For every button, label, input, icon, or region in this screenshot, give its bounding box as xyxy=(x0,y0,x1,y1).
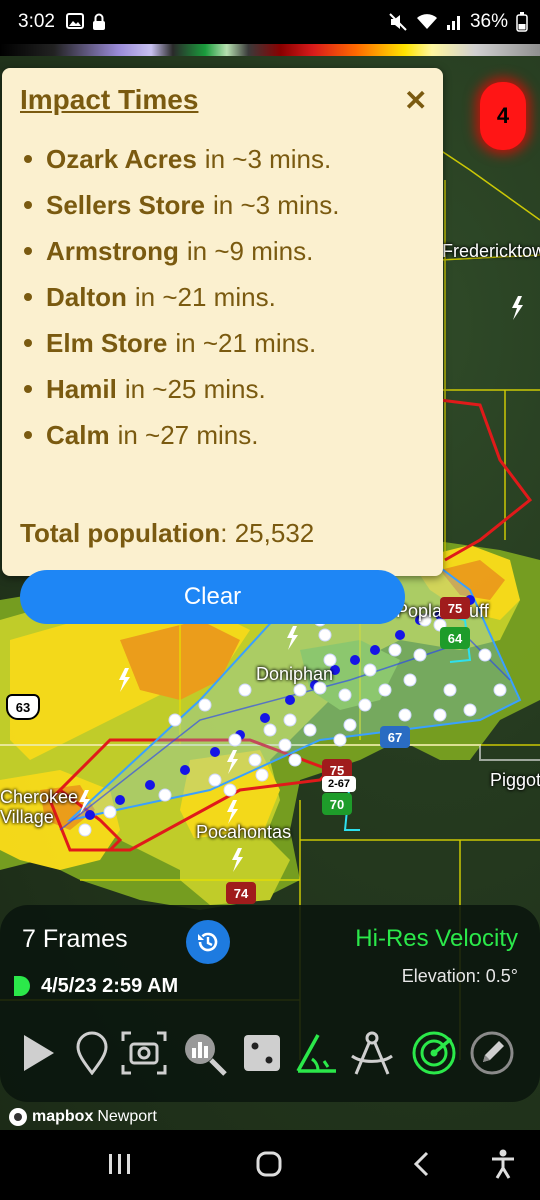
back-button[interactable] xyxy=(396,1146,446,1182)
impact-place: Hamil xyxy=(46,373,117,404)
total-population: Total population: 25,532 xyxy=(20,518,314,549)
image-icon xyxy=(66,13,84,29)
impact-times-list[interactable]: Ozark Acres in ~3 mins. Sellers Store in ~… xyxy=(20,136,430,498)
route-shield-2-67: 2-67 xyxy=(322,776,356,792)
bullet-icon xyxy=(24,339,32,347)
timestamp-label: 4/5/23 2:59 AM xyxy=(41,975,179,997)
battery-percent: 36% xyxy=(469,11,508,32)
measure-button[interactable] xyxy=(348,1027,396,1079)
radar-icon xyxy=(412,1031,456,1075)
draw-button[interactable] xyxy=(468,1027,516,1079)
radar-player-panel: 7 Frames Hi-Res Velocity Elevation: 0.5°… xyxy=(0,905,540,1102)
accessibility-icon xyxy=(492,1149,514,1179)
bullet-icon xyxy=(24,201,32,209)
map-label-cherokee-village: Cherokee Village xyxy=(0,787,79,827)
mapbox-logo-icon xyxy=(9,1108,27,1126)
list-item: Sellers Store in ~3 mins. xyxy=(20,182,430,228)
impact-times-title: Impact Times xyxy=(20,84,199,115)
map-toolbar xyxy=(14,1027,526,1085)
compass-icon xyxy=(351,1031,393,1075)
alert-count-badge[interactable]: 4 xyxy=(480,82,526,150)
list-item: Hamil in ~25 mins. xyxy=(20,366,430,412)
radar-color-scale xyxy=(0,44,540,56)
random-button[interactable] xyxy=(238,1027,286,1079)
impact-place: Sellers Store xyxy=(46,189,205,220)
history-icon xyxy=(198,932,218,952)
mapbox-attribution[interactable]: mapbox Newport xyxy=(8,1107,157,1127)
impact-place: Elm Store xyxy=(46,327,168,358)
impact-time: in ~27 mins. xyxy=(117,419,259,450)
impact-place: Calm xyxy=(46,419,110,450)
impact-time: in ~3 mins. xyxy=(204,143,332,174)
dice-icon xyxy=(244,1035,280,1071)
impact-place: Dalton xyxy=(46,281,127,312)
bullet-icon xyxy=(24,155,32,163)
home-button[interactable] xyxy=(244,1146,294,1182)
impact-place: Ozark Acres xyxy=(46,143,197,174)
impact-time: in ~21 mins. xyxy=(134,281,276,312)
play-icon xyxy=(24,1035,54,1071)
location-button[interactable] xyxy=(68,1027,116,1079)
list-item: Calm in ~27 mins. xyxy=(20,412,430,458)
inspect-button[interactable] xyxy=(180,1027,228,1079)
screenshot-button[interactable] xyxy=(120,1027,168,1079)
system-nav-bar xyxy=(0,1130,540,1200)
status-bar: 3:02 36% xyxy=(0,0,540,44)
population-label: Total population xyxy=(20,518,221,548)
wifi-icon xyxy=(416,14,437,29)
pencil-icon xyxy=(470,1031,514,1075)
map-label-newport: Newport xyxy=(97,1108,157,1125)
search-chart-icon xyxy=(185,1034,227,1076)
route-shield-74: 74 xyxy=(226,882,256,904)
impact-time: in ~3 mins. xyxy=(212,189,340,220)
list-item: Armstrong in ~9 mins. xyxy=(20,228,430,274)
route-shield-63: 63 xyxy=(6,694,40,720)
history-button[interactable] xyxy=(186,920,230,964)
elevation-label[interactable]: Elevation: 0.5° xyxy=(402,966,518,987)
camera-icon xyxy=(121,1031,167,1075)
impact-time: in ~9 mins. xyxy=(186,235,314,266)
bullet-icon xyxy=(24,293,32,301)
location-pin-icon xyxy=(76,1031,108,1075)
home-icon xyxy=(256,1151,282,1177)
product-label[interactable]: Hi-Res Velocity xyxy=(355,925,518,953)
list-item: Ozark Acres in ~3 mins. xyxy=(20,136,430,182)
mute-icon xyxy=(389,13,407,31)
route-shield-75-north: 75 xyxy=(440,597,470,619)
population-value: : 25,532 xyxy=(220,518,315,548)
radar-button[interactable] xyxy=(410,1027,458,1079)
impact-time: in ~25 mins. xyxy=(124,373,266,404)
list-item: Dalton in ~21 mins. xyxy=(20,274,430,320)
play-button[interactable] xyxy=(14,1027,62,1079)
clear-button[interactable]: Clear xyxy=(20,570,405,624)
signal-icon xyxy=(446,16,460,30)
impact-times-panel: Impact Times ✕ Ozark Acres in ~3 mins. Se… xyxy=(2,68,443,624)
angle-button[interactable] xyxy=(292,1027,340,1079)
map-label-piggott: Piggott xyxy=(490,770,540,790)
route-shield-64: 64 xyxy=(440,627,470,649)
impact-place: Armstrong xyxy=(46,235,179,266)
mapbox-brand: mapbox xyxy=(32,1108,94,1125)
map-label-fredericktown: Fredericktown xyxy=(442,241,540,261)
bullet-icon xyxy=(24,247,32,255)
battery-icon xyxy=(516,12,528,32)
recents-button[interactable] xyxy=(94,1146,144,1182)
back-icon xyxy=(413,1151,429,1177)
lock-icon xyxy=(93,13,105,30)
timestamp-indicator xyxy=(14,976,30,996)
list-item: Elm Store in ~21 mins. xyxy=(20,320,430,366)
status-time: 3:02 xyxy=(18,11,55,32)
map-label-doniphan: Doniphan xyxy=(256,664,334,684)
map-label-pocahontas: Pocahontas xyxy=(196,822,292,842)
recents-icon xyxy=(109,1154,130,1174)
bullet-icon xyxy=(24,431,32,439)
accessibility-button[interactable] xyxy=(478,1146,528,1182)
frames-label[interactable]: 7 Frames xyxy=(22,925,128,954)
angle-icon xyxy=(296,1034,336,1073)
close-icon[interactable]: ✕ xyxy=(404,84,427,117)
route-shield-70: 70 xyxy=(322,793,352,815)
route-shield-67: 67 xyxy=(380,726,410,748)
bullet-icon xyxy=(24,385,32,393)
impact-time: in ~21 mins. xyxy=(175,327,317,358)
